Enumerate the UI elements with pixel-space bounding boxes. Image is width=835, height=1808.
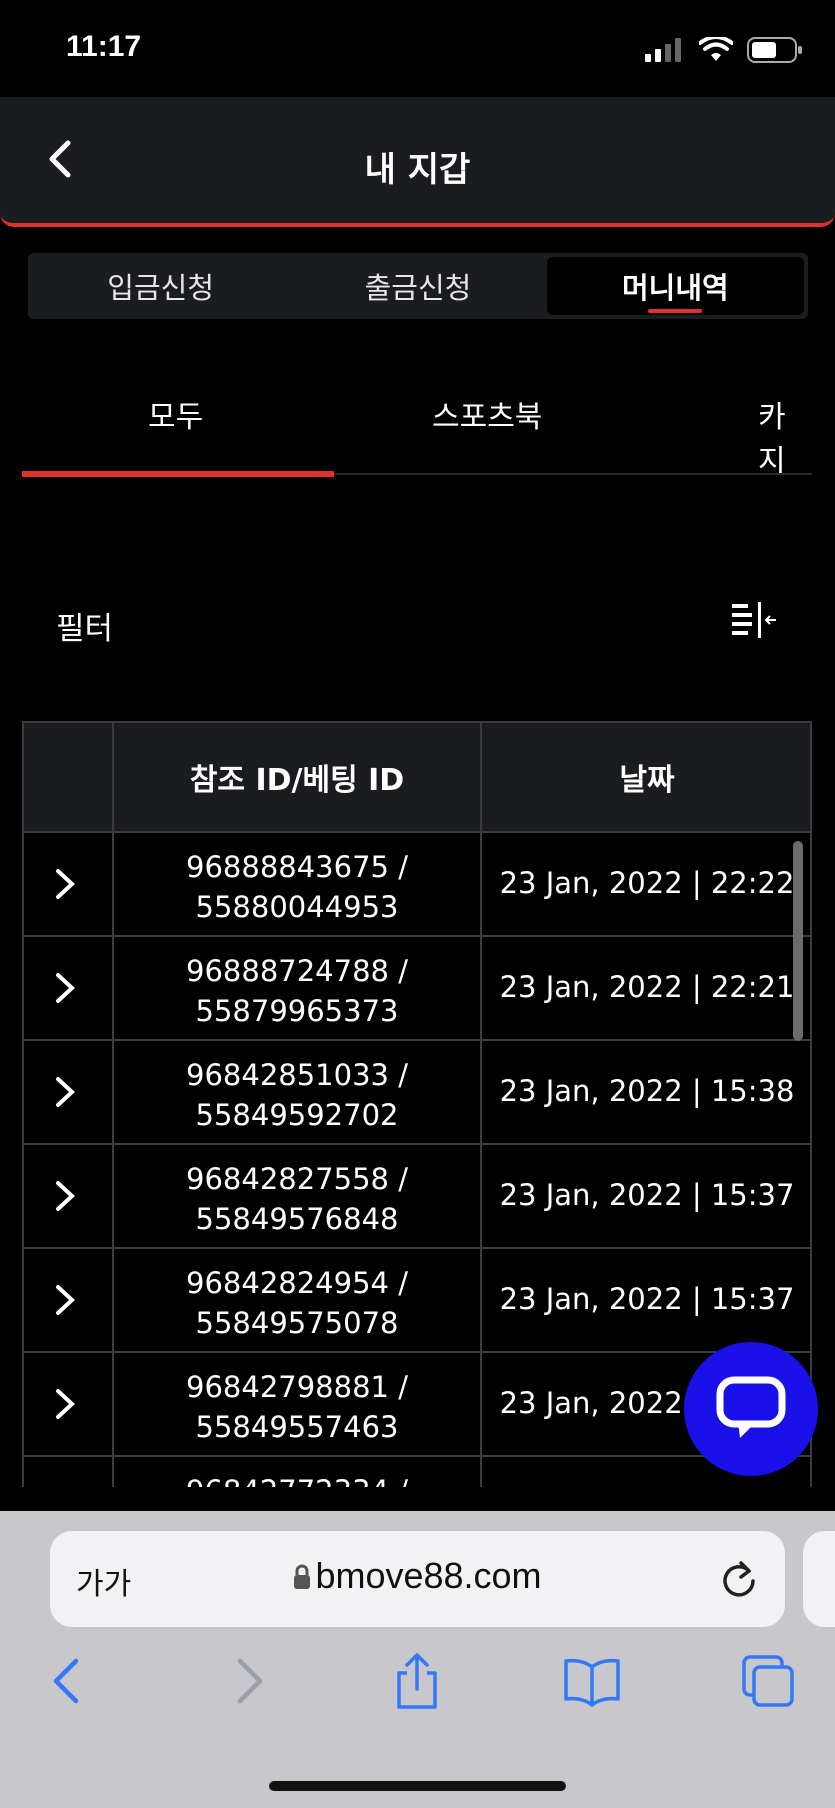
tab-label: 출금신청 [364,271,472,305]
cellular-signal-icon [645,38,681,62]
chevron-right-icon[interactable] [52,1075,78,1109]
ref-id: 96888724788 / [186,954,408,988]
lock-icon [294,1564,311,1589]
chevron-right-icon[interactable] [52,867,78,901]
tab-withdraw-request[interactable]: 출금신청 [289,257,546,315]
tab-deposit-request[interactable]: 입금신청 [32,257,289,315]
tab-all[interactable]: 모두 [148,392,203,436]
table-row[interactable]: 96842824954 / 55849575078 23 Jan, 2022 | … [22,1249,812,1353]
table-scrollbar[interactable] [793,841,803,1041]
ref-bet-id: 96888724788 / 55879965373 [114,951,480,1031]
row-date: 23 Jan, 2022 | 22:21 [499,970,795,1004]
header-ref-id: 참조 ID/베팅 ID [189,763,405,798]
tabs-icon[interactable] [738,1651,798,1711]
bet-id: 55880044953 [195,890,399,924]
chevron-right-icon[interactable] [52,1283,78,1317]
active-tab-indicator [648,309,703,313]
page-title: 내 지갑 [364,150,471,190]
active-category-indicator [22,471,334,477]
row-date: 23 Jan, 2022 | 15:37 [499,1282,795,1316]
browser-back-icon[interactable] [40,1651,100,1711]
row-date: 23 Jan, 2022 | 15:37 [499,1178,795,1212]
ref-id: 96842798881 / [186,1370,408,1404]
table-row[interactable]: 96842827558 / 55849576848 23 Jan, 2022 | … [22,1145,812,1249]
ref-bet-id: 96842827558 / 55849576848 [114,1159,480,1239]
battery-icon [747,37,802,63]
table-row[interactable]: 96888724788 / 55879965373 23 Jan, 2022 | … [22,937,812,1041]
wifi-icon [699,37,733,61]
table-row[interactable]: 96888843675 / 55880044953 23 Jan, 2022 | … [22,833,812,937]
ref-bet-id: 96842824954 / 55849575078 [114,1263,480,1343]
ref-bet-id: 96842798881 / 55849557463 [114,1367,480,1447]
url-display[interactable]: bmove88.com [50,1555,785,1597]
browser-forward-icon[interactable] [216,1651,276,1711]
share-icon[interactable] [387,1651,447,1711]
ref-bet-id: 96842772334 / [114,1471,480,1487]
bet-id: 55849557463 [195,1410,399,1444]
bet-id: 55849592702 [195,1098,399,1132]
tab-label: 입금신청 [107,271,215,305]
chevron-right-icon[interactable] [52,1387,78,1421]
tab-money-history[interactable]: 머니내역 [546,257,804,315]
status-time: 11:17 [66,30,142,63]
tab-casino[interactable]: 카지 [758,392,812,480]
row-date: 23 Jan, 2022 | 22:22 [499,866,795,900]
ref-id: 96842824954 / [186,1266,408,1300]
ref-id: 96842772334 / [114,1471,480,1487]
tab-label: 머니내역 [621,271,729,305]
address-bar[interactable]: 가가 bmove88.com [50,1531,785,1627]
browser-toolbar [0,1651,835,1731]
status-icons [645,36,803,64]
chat-icon [716,1376,786,1438]
filter-icon[interactable] [730,600,778,642]
table-row[interactable]: 96842772334 / [22,1457,812,1487]
next-tab-preview[interactable] [803,1531,835,1627]
browser-chrome: 가가 bmove88.com [0,1511,835,1808]
column-divider [480,1457,482,1487]
wallet-segment-tabs: 입금신청 출금신청 머니내역 [28,253,808,319]
live-chat-button[interactable] [684,1342,818,1476]
chevron-right-icon[interactable] [52,1179,78,1213]
category-tabs: 모두 스포츠북 카지 [22,366,812,479]
chevron-right-icon[interactable] [52,971,78,1005]
table-header: 참조 ID/베팅 ID 날짜 [22,721,812,833]
bookmarks-icon[interactable] [562,1651,622,1711]
ref-id: 96842851033 / [186,1058,408,1092]
app-header: 내 지갑 [0,97,835,227]
header-date: 날짜 [619,763,675,798]
url-text: bmove88.com [315,1555,542,1596]
ref-id: 96842827558 / [186,1162,408,1196]
home-indicator [269,1781,566,1791]
table-row[interactable]: 96842851033 / 55849592702 23 Jan, 2022 | … [22,1041,812,1145]
ref-id: 96888843675 / [186,850,408,884]
row-date: 23 Jan, 2022 | 15:38 [499,1074,795,1108]
bet-id: 55849575078 [195,1306,399,1340]
bet-id: 55879965373 [195,994,399,1028]
ref-bet-id: 96888843675 / 55880044953 [114,847,480,927]
bet-id: 55849576848 [195,1202,399,1236]
reload-icon[interactable] [719,1557,759,1601]
ref-bet-id: 96842851033 / 55849592702 [114,1055,480,1135]
filter-label: 필터 [56,611,114,647]
tab-sportsbook[interactable]: 스포츠북 [432,392,542,436]
